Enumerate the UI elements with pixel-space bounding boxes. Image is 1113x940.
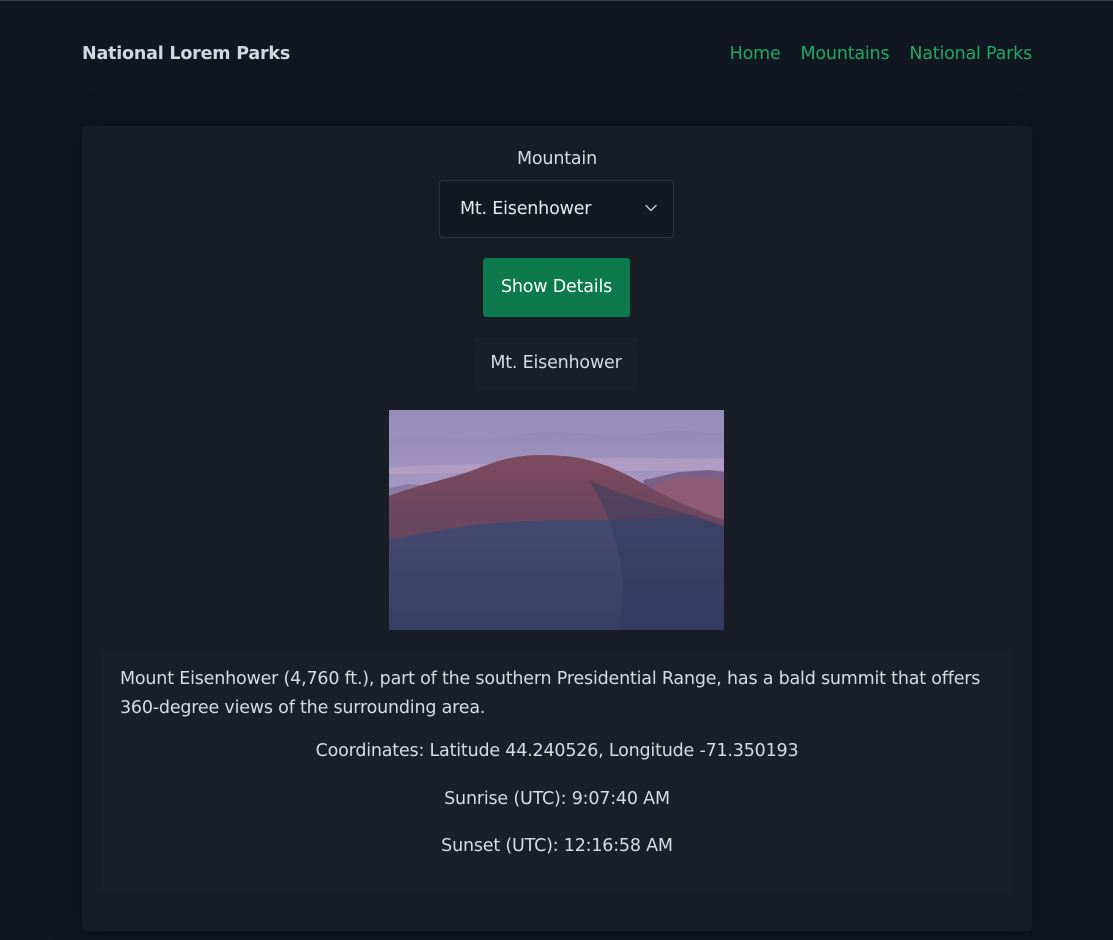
nav-link-mountains[interactable]: Mountains [801, 44, 890, 64]
nav-link-national-parks[interactable]: National Parks [909, 44, 1032, 64]
brand-title[interactable]: National Lorem Parks [82, 44, 290, 64]
navbar: National Lorem Parks Home Mountains Nati… [82, 1, 1032, 109]
mountain-description-box: Mount Eisenhower (4,760 ft.), part of th… [101, 651, 1013, 893]
mountain-select-label: Mountain [517, 149, 597, 169]
nav-links: Home Mountains National Parks [730, 44, 1033, 64]
mountain-name-heading: Mt. Eisenhower [474, 337, 638, 390]
show-details-button[interactable]: Show Details [483, 258, 630, 317]
mountain-select[interactable]: Mt. Eisenhower [439, 180, 674, 238]
mountain-sunset: Sunset (UTC): 12:16:58 AM [441, 836, 673, 856]
mountain-select-value: Mt. Eisenhower [460, 199, 592, 219]
page: National Lorem Parks Home Mountains Nati… [0, 0, 1113, 940]
main-card: Mountain Mt. Eisenhower Show Details Mt.… [82, 126, 1032, 931]
mountain-coordinates: Coordinates: Latitude 44.240526, Longitu… [315, 741, 799, 761]
mountain-description: Mount Eisenhower (4,760 ft.), part of th… [120, 669, 981, 718]
mountain-photo-image [389, 410, 724, 630]
chevron-down-icon [645, 204, 657, 212]
mountain-photo [389, 410, 724, 630]
nav-link-home[interactable]: Home [730, 44, 781, 64]
mountain-sunrise: Sunrise (UTC): 9:07:40 AM [444, 789, 670, 809]
